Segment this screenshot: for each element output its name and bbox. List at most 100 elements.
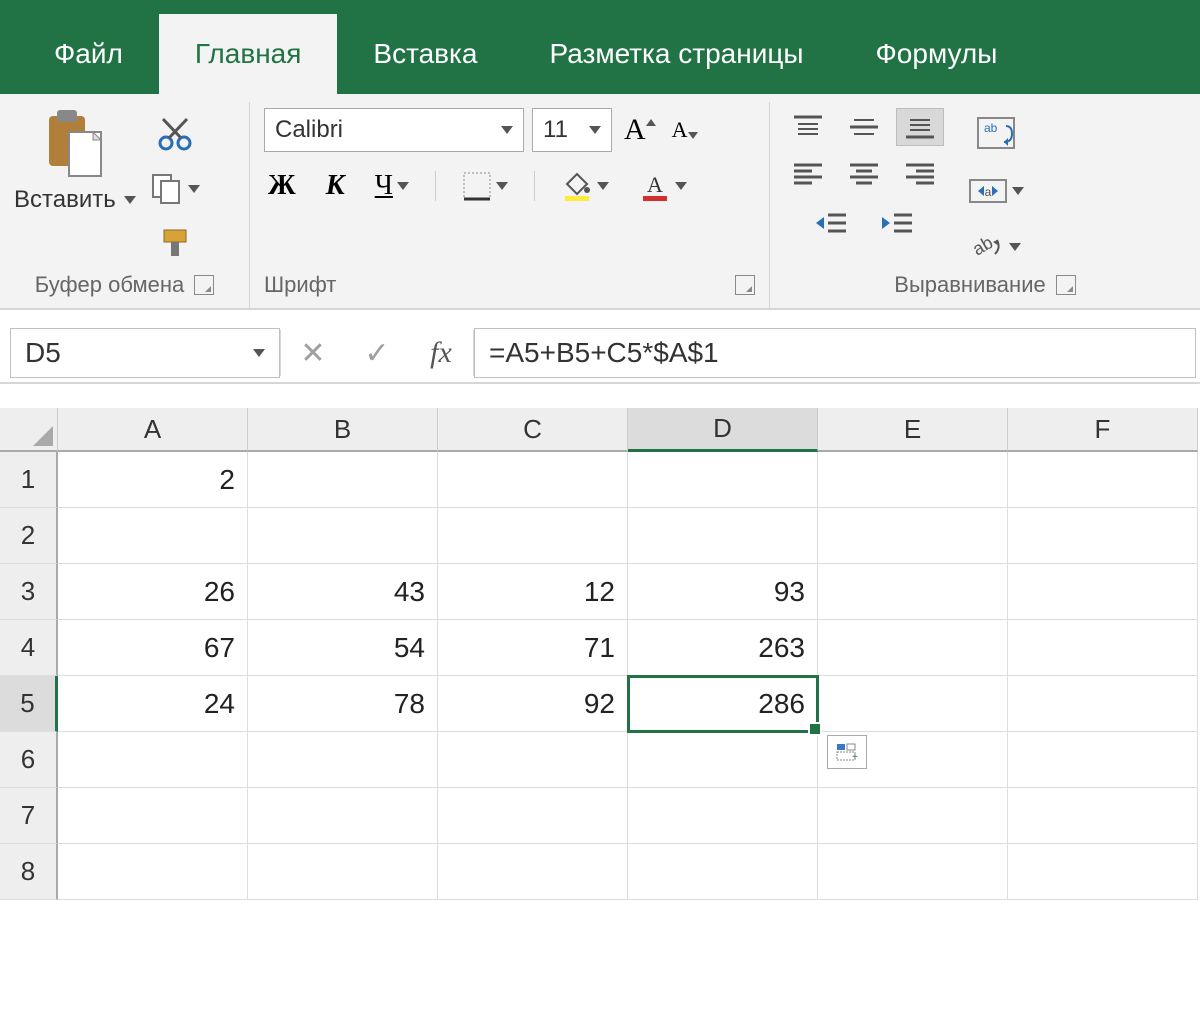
cell-F6[interactable] <box>1008 732 1198 788</box>
cell-A1[interactable]: 2 <box>58 452 248 508</box>
cell-A7[interactable] <box>58 788 248 844</box>
cell-B3[interactable]: 43 <box>248 564 438 620</box>
row-header-4[interactable]: 4 <box>0 620 58 676</box>
row-header-5[interactable]: 5 <box>0 676 58 732</box>
cell-E8[interactable] <box>818 844 1008 900</box>
align-right-button[interactable] <box>896 154 944 192</box>
increase-indent-button[interactable] <box>873 204 921 242</box>
name-box[interactable]: D5 <box>10 328 280 378</box>
align-left-button[interactable] <box>784 154 832 192</box>
increase-font-button[interactable]: A <box>620 109 660 151</box>
cell-B1[interactable] <box>248 452 438 508</box>
column-header-A[interactable]: A <box>58 408 248 452</box>
wrap-text-button[interactable]: ab <box>972 112 1020 154</box>
cell-D1[interactable] <box>628 452 818 508</box>
align-bottom-button[interactable] <box>896 108 944 146</box>
row-header-3[interactable]: 3 <box>0 564 58 620</box>
font-name-combo[interactable]: Calibri <box>264 108 524 152</box>
column-header-B[interactable]: B <box>248 408 438 452</box>
cell-F2[interactable] <box>1008 508 1198 564</box>
formula-enter-button[interactable]: ✓ <box>345 324 409 382</box>
italic-button[interactable]: К <box>322 166 349 206</box>
cell-B5[interactable]: 78 <box>248 676 438 732</box>
cell-E2[interactable] <box>818 508 1008 564</box>
cell-A6[interactable] <box>58 732 248 788</box>
bold-button[interactable]: Ж <box>264 166 300 206</box>
cell-E5[interactable] <box>818 676 1008 732</box>
orientation-button[interactable]: ab <box>967 228 1025 266</box>
cell-E4[interactable] <box>818 620 1008 676</box>
cell-E3[interactable] <box>818 564 1008 620</box>
cell-A8[interactable] <box>58 844 248 900</box>
cell-D2[interactable] <box>628 508 818 564</box>
cell-E7[interactable] <box>818 788 1008 844</box>
cell-F1[interactable] <box>1008 452 1198 508</box>
tab-home[interactable]: Главная <box>159 14 338 94</box>
row-header-2[interactable]: 2 <box>0 508 58 564</box>
cell-C8[interactable] <box>438 844 628 900</box>
autofill-options-button[interactable]: + <box>827 735 867 769</box>
formula-input[interactable]: =A5+B5+C5*$A$1 <box>474 328 1196 378</box>
row-header-8[interactable]: 8 <box>0 844 58 900</box>
cell-C3[interactable]: 12 <box>438 564 628 620</box>
cell-F5[interactable] <box>1008 676 1198 732</box>
font-dialog-launcher[interactable] <box>735 275 755 295</box>
tab-formulas[interactable]: Формулы <box>840 14 1034 94</box>
cell-B8[interactable] <box>248 844 438 900</box>
cell-A4[interactable]: 67 <box>58 620 248 676</box>
borders-button[interactable] <box>458 167 512 205</box>
column-header-D[interactable]: D <box>628 408 818 452</box>
cell-A3[interactable]: 26 <box>58 564 248 620</box>
format-painter-button[interactable] <box>154 222 196 264</box>
cell-C2[interactable] <box>438 508 628 564</box>
cell-B2[interactable] <box>248 508 438 564</box>
alignment-dialog-launcher[interactable] <box>1056 275 1076 295</box>
cell-C6[interactable] <box>438 732 628 788</box>
select-all-corner[interactable] <box>0 408 58 452</box>
cell-B4[interactable]: 54 <box>248 620 438 676</box>
cell-C4[interactable]: 71 <box>438 620 628 676</box>
underline-button[interactable]: Ч <box>371 166 413 206</box>
cell-D7[interactable] <box>628 788 818 844</box>
cell-A5[interactable]: 24 <box>58 676 248 732</box>
align-center-button[interactable] <box>840 154 888 192</box>
tab-file[interactable]: Файл <box>18 14 159 94</box>
tab-insert[interactable]: Вставка <box>337 14 513 94</box>
row-header-6[interactable]: 6 <box>0 732 58 788</box>
clipboard-dialog-launcher[interactable] <box>194 275 214 295</box>
paste-button[interactable]: Вставить <box>14 108 136 214</box>
font-color-button[interactable]: A <box>635 166 691 206</box>
align-middle-button[interactable] <box>840 108 888 146</box>
row-header-7[interactable]: 7 <box>0 788 58 844</box>
cell-D8[interactable] <box>628 844 818 900</box>
cut-button[interactable] <box>153 112 197 156</box>
cell-C7[interactable] <box>438 788 628 844</box>
cell-B7[interactable] <box>248 788 438 844</box>
decrease-font-button[interactable]: A <box>668 113 702 147</box>
cell-B6[interactable] <box>248 732 438 788</box>
fill-color-button[interactable] <box>557 166 613 206</box>
cell-C5[interactable]: 92 <box>438 676 628 732</box>
align-top-button[interactable] <box>784 108 832 146</box>
cell-C1[interactable] <box>438 452 628 508</box>
column-header-C[interactable]: C <box>438 408 628 452</box>
decrease-indent-button[interactable] <box>807 204 855 242</box>
cell-F3[interactable] <box>1008 564 1198 620</box>
tab-page-layout[interactable]: Разметка страницы <box>514 14 840 94</box>
cell-D3[interactable]: 93 <box>628 564 818 620</box>
cell-F4[interactable] <box>1008 620 1198 676</box>
column-header-E[interactable]: E <box>818 408 1008 452</box>
cell-F8[interactable] <box>1008 844 1198 900</box>
formula-cancel-button[interactable]: ✕ <box>281 324 345 382</box>
merge-center-button[interactable]: a <box>964 172 1028 210</box>
cell-A2[interactable] <box>58 508 248 564</box>
cell-E1[interactable] <box>818 452 1008 508</box>
row-header-1[interactable]: 1 <box>0 452 58 508</box>
cell-F7[interactable] <box>1008 788 1198 844</box>
copy-button[interactable] <box>146 168 204 210</box>
column-header-F[interactable]: F <box>1008 408 1198 452</box>
cell-D5[interactable]: 286+ <box>628 676 818 732</box>
cell-D4[interactable]: 263 <box>628 620 818 676</box>
insert-function-button[interactable]: fx <box>409 324 473 382</box>
cell-D6[interactable] <box>628 732 818 788</box>
